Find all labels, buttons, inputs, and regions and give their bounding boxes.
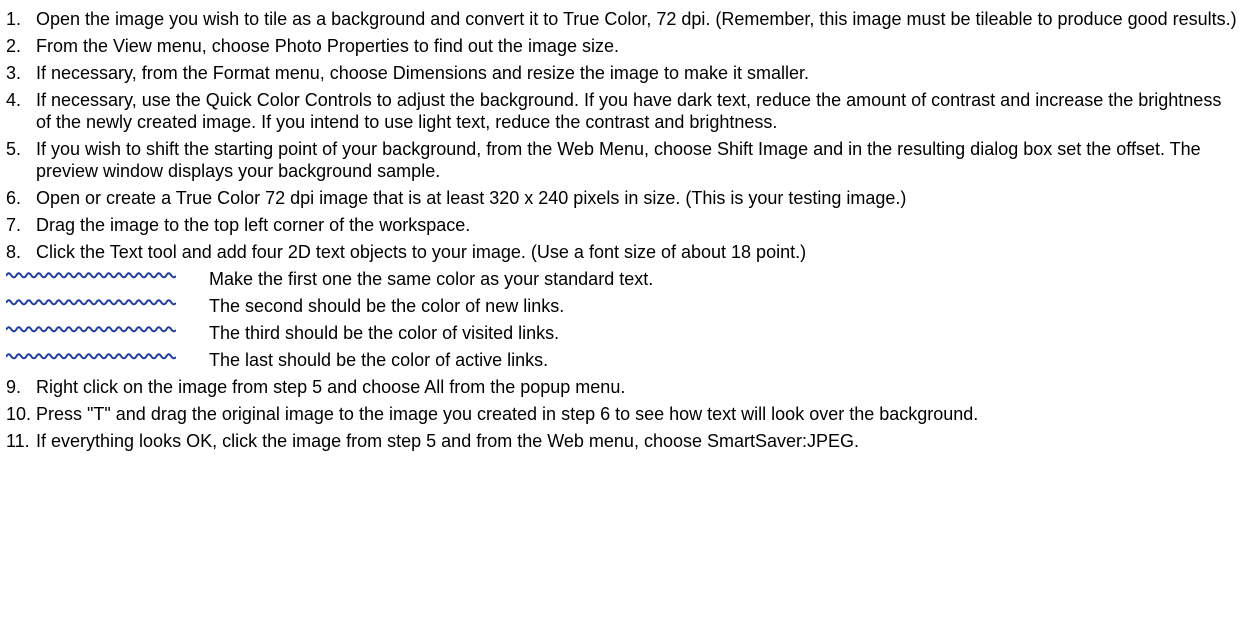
step-number: 6.	[6, 188, 22, 208]
step-text: Right click on the image from step 5 and…	[36, 377, 626, 397]
step-number: 3.	[6, 63, 22, 83]
step-item: 7. Drag the image to the top left corner …	[0, 214, 1249, 236]
step-number: 1.	[6, 9, 22, 29]
steps-list: 1. Open the image you wish to tile as a b…	[0, 8, 1249, 263]
step-number: 4.	[6, 90, 22, 110]
step-text: Press "T" and drag the original image to…	[36, 404, 979, 424]
sub-list-item: The third should be the color of visited…	[0, 322, 1249, 344]
step-item: 8. Click the Text tool and add four 2D te…	[0, 241, 1249, 263]
step-text: If necessary, from the Format menu, choo…	[36, 63, 809, 83]
step-number: 10.	[6, 404, 32, 424]
wave-bullet-icon	[6, 272, 176, 279]
text-object-sublist: Make the first one the same color as you…	[0, 268, 1249, 371]
step-item: 4. If necessary, use the Quick Color Cont…	[0, 89, 1249, 133]
step-item: 11. If everything looks OK, click the ima…	[0, 430, 1249, 452]
step-item: 10. Press "T" and drag the original image…	[0, 403, 1249, 425]
step-item: 1. Open the image you wish to tile as a b…	[0, 8, 1249, 30]
step-text: Drag the image to the top left corner of…	[36, 215, 471, 235]
step-item: 9. Right click on the image from step 5 a…	[0, 376, 1249, 398]
step-item: 2. From the View menu, choose Photo Prope…	[0, 35, 1249, 57]
sub-item-text: The last should be the color of active l…	[209, 350, 549, 370]
sub-list-item: Make the first one the same color as you…	[0, 268, 1249, 290]
steps-list-continued: 9. Right click on the image from step 5 a…	[0, 376, 1249, 452]
step-text: From the View menu, choose Photo Propert…	[36, 36, 619, 56]
wave-bullet-icon	[6, 353, 176, 360]
step-item: 5. If you wish to shift the starting poin…	[0, 138, 1249, 182]
step-number: 7.	[6, 215, 22, 235]
step-text: If you wish to shift the starting point …	[36, 139, 1201, 181]
step-text: Click the Text tool and add four 2D text…	[36, 242, 807, 262]
step-text: Open the image you wish to tile as a bac…	[36, 9, 1237, 29]
step-item: 3. If necessary, from the Format menu, ch…	[0, 62, 1249, 84]
step-item: 6. Open or create a True Color 72 dpi ima…	[0, 187, 1249, 209]
wave-bullet-icon	[6, 326, 176, 333]
step-number: 9.	[6, 377, 22, 397]
sub-list-item: The last should be the color of active l…	[0, 349, 1249, 371]
step-text: Open or create a True Color 72 dpi image…	[36, 188, 907, 208]
sub-item-text: The third should be the color of visited…	[209, 323, 560, 343]
step-number: 8.	[6, 242, 22, 262]
sub-list-item: The second should be the color of new li…	[0, 295, 1249, 317]
step-number: 11.	[6, 431, 30, 451]
wave-bullet-icon	[6, 299, 176, 306]
sub-item-text: Make the first one the same color as you…	[209, 269, 654, 289]
step-text: If necessary, use the Quick Color Contro…	[36, 90, 1222, 132]
step-number: 5.	[6, 139, 22, 159]
sub-item-text: The second should be the color of new li…	[209, 296, 565, 316]
instructions-document: 1. Open the image you wish to tile as a b…	[0, 0, 1249, 618]
step-number: 2.	[6, 36, 22, 56]
step-text: If everything looks OK, click the image …	[36, 431, 860, 451]
